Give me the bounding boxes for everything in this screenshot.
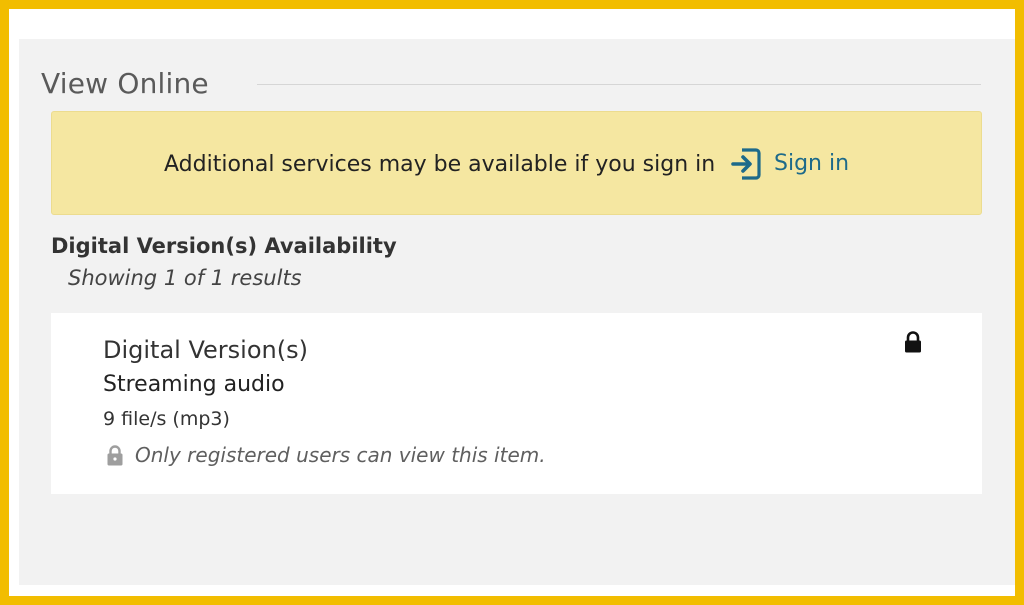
outer-frame: View Online Additional services may be a… (0, 0, 1024, 605)
restriction-notice: Only registered users can view this item… (106, 440, 546, 470)
restriction-text: Only registered users can view this item… (135, 443, 546, 467)
result-card[interactable]: Digital Version(s) Streaming audio 9 fil… (51, 313, 982, 494)
section-header: View Online (41, 67, 981, 101)
result-type: Streaming audio (103, 372, 285, 397)
results-count: Showing 1 of 1 results (68, 266, 302, 290)
signin-banner-message: Additional services may be available if … (164, 152, 716, 177)
result-title[interactable]: Digital Version(s) (103, 335, 308, 365)
signin-banner: Additional services may be available if … (51, 111, 982, 215)
section-title: View Online (41, 67, 209, 100)
sign-in-icon (730, 146, 762, 182)
result-files: 9 file/s (mp3) (103, 408, 230, 430)
signin-label[interactable]: Sign in (774, 151, 849, 177)
availability-title: Digital Version(s) Availability (51, 234, 397, 258)
signin-link[interactable]: Sign in (730, 144, 849, 184)
restricted-lock-icon (106, 444, 124, 466)
section-divider (257, 84, 981, 85)
lock-icon (903, 331, 923, 353)
view-online-panel: View Online Additional services may be a… (19, 39, 1015, 585)
